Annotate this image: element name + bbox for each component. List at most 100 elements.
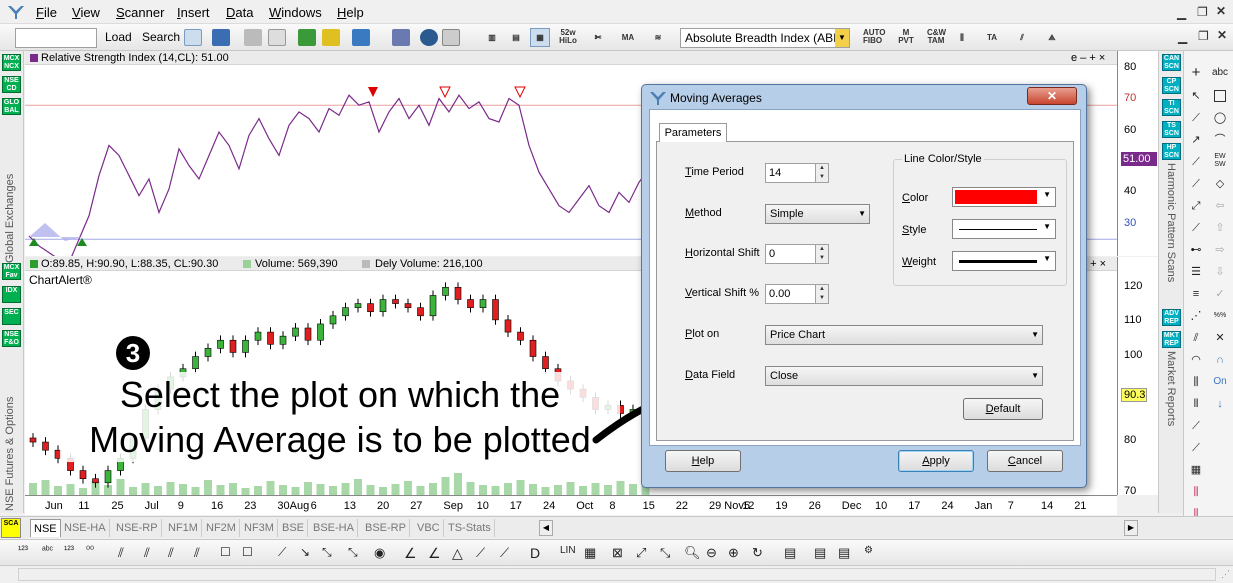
ew-sw-icon[interactable]: EW SW xyxy=(1211,153,1229,171)
exchange-tab[interactable]: NF2M xyxy=(203,519,240,537)
ti-scn-button[interactable]: TI SCN xyxy=(1162,99,1181,116)
label-123-alt-icon[interactable]: ¹²³ xyxy=(64,545,74,556)
minimize-icon[interactable]: ▁ xyxy=(1177,6,1186,20)
chevron-down-icon[interactable]: ▼ xyxy=(835,29,849,47)
menu-file[interactable]: File xyxy=(36,5,57,20)
d-tool-icon[interactable]: D xyxy=(530,545,540,561)
nse-cd-button[interactable]: NSE CD xyxy=(2,76,21,93)
fibo-tool-icon[interactable]: ≡ xyxy=(1187,285,1205,303)
apply-button[interactable]: Apply xyxy=(898,450,974,472)
nse-futures-options-label[interactable]: NSE Futures & Options xyxy=(4,351,16,511)
m-icon[interactable] xyxy=(352,29,370,46)
tick-tool-icon[interactable]: ✓ xyxy=(1211,285,1229,303)
exchange-tab[interactable]: VBC xyxy=(414,519,444,537)
measure-tool-icon[interactable]: ⤡ xyxy=(348,545,358,560)
mcx-fav-button[interactable]: MCX Fav xyxy=(2,263,21,280)
mcx-ncx-button[interactable]: MCX NCX xyxy=(2,54,21,71)
wave-tool-3-icon[interactable]: ⫽ xyxy=(168,545,174,561)
ta-icon[interactable]: TA xyxy=(982,28,1002,47)
menu-view[interactable]: View xyxy=(72,5,100,20)
channel-tool-icon[interactable]: ⟋ xyxy=(1187,175,1205,193)
exchange-tab[interactable]: BSE-RP xyxy=(362,519,410,537)
sca-button[interactable]: SCA xyxy=(1,518,21,538)
data-field-select[interactable]: Close ▼ xyxy=(765,366,1043,386)
plot-on-select[interactable]: Price Chart ▼ xyxy=(765,325,1043,345)
search-button[interactable]: Search xyxy=(142,30,180,44)
rsi-pane-controls[interactable]: e – + × xyxy=(1071,51,1105,65)
copy-icon[interactable]: ▤ xyxy=(814,545,826,561)
exchange-tab[interactable]: NF3M xyxy=(241,519,278,537)
print-preview-icon[interactable] xyxy=(268,29,286,46)
lin-toggle[interactable]: LIN xyxy=(560,545,576,556)
adv-rep-button[interactable]: ADV REP xyxy=(1162,309,1181,326)
hp-scn-button[interactable]: HP SCN xyxy=(1162,143,1181,160)
chart-type-icon[interactable]: ▦ xyxy=(530,28,550,47)
arc-tool-icon[interactable]: ⌒ xyxy=(1211,131,1229,149)
close-icon[interactable]: ✕ xyxy=(1216,4,1226,18)
help-button[interactable]: Help xyxy=(665,450,741,472)
box-tool-icon[interactable]: ☐ xyxy=(220,545,231,559)
navigate-icon[interactable] xyxy=(322,29,340,46)
arrow-tool-icon[interactable]: ↘ xyxy=(300,545,310,559)
document-icon[interactable]: ▤ xyxy=(838,545,850,561)
cursor-icon[interactable] xyxy=(184,29,202,46)
52w-hilo-icon[interactable]: 52w HiLo xyxy=(558,28,578,47)
zigzag-tool-icon[interactable]: ⟋ xyxy=(278,545,286,560)
ts-scn-button[interactable]: TS SCN xyxy=(1162,121,1181,138)
pattern-icon[interactable]: ⫽ xyxy=(1012,28,1032,47)
tab-scroll-left-icon[interactable]: ◀ xyxy=(539,520,553,536)
r-tool-icon[interactable]: ↓ xyxy=(1211,395,1229,413)
grid-toggle-icon[interactable]: ▦ xyxy=(584,545,596,561)
exchange-tab[interactable]: BSE xyxy=(279,519,309,537)
chevron-down-icon[interactable]: ▼ xyxy=(1031,326,1039,344)
zoom-icon[interactable]: 🔍︎ xyxy=(684,545,701,561)
exchange-tab[interactable]: NSE xyxy=(30,519,61,537)
crosshair-icon[interactable]: + xyxy=(1187,64,1205,82)
save-icon[interactable] xyxy=(212,29,230,46)
fit-icon[interactable]: ⊠ xyxy=(612,545,623,561)
doc-minimize-icon[interactable]: ▁ xyxy=(1178,30,1187,44)
text-tool-icon[interactable]: abc xyxy=(1211,64,1229,82)
triangle-tool-icon[interactable]: △ xyxy=(452,545,463,562)
angle-tool-icon[interactable]: ∠ xyxy=(404,545,417,562)
bars-icon[interactable]: ▥ xyxy=(482,28,502,47)
candles-icon[interactable]: ⫼ xyxy=(952,28,972,47)
expand-icon[interactable]: ⤢ xyxy=(636,545,646,561)
abcd-pattern-icon[interactable]: ⟋ xyxy=(500,545,509,561)
menu-windows[interactable]: Windows xyxy=(269,5,322,20)
exchange-tab[interactable]: TS-Stats xyxy=(445,519,495,537)
percent-tool-icon[interactable]: %% xyxy=(1211,307,1229,325)
menu-scanner[interactable]: Scanner xyxy=(116,5,164,20)
arrow-right-icon[interactable]: ⇨ xyxy=(1211,241,1229,259)
tab-parameters[interactable]: Parameters xyxy=(659,123,727,142)
global-button[interactable]: GLO BAL xyxy=(2,98,21,115)
pointer-icon[interactable]: ↖ xyxy=(1187,87,1205,105)
notes-icon[interactable]: ▤ xyxy=(784,545,796,561)
doc-restore-icon[interactable]: ❐ xyxy=(1198,29,1209,43)
color-select[interactable]: ▼ xyxy=(952,187,1056,207)
gann-tool-icon[interactable]: ⟋ xyxy=(1187,219,1205,237)
print-icon[interactable] xyxy=(244,29,262,46)
link-icon[interactable] xyxy=(392,29,410,46)
abc-pattern-icon[interactable]: ⟋ xyxy=(476,545,485,561)
global-exchanges-label[interactable]: Global Exchanges xyxy=(4,123,16,263)
trendline-up-icon[interactable]: ↗ xyxy=(1187,131,1205,149)
symbol-input[interactable] xyxy=(15,28,97,48)
time-period-stepper[interactable]: 14 ▲ ▼ xyxy=(765,163,829,183)
wave-tool-4-icon[interactable]: ⫽ xyxy=(194,545,200,561)
wave-tool-2-icon[interactable]: ⫽ xyxy=(144,545,150,561)
auto-fibo-icon[interactable]: AUTO FIBO xyxy=(862,28,886,47)
spin-arrows-icon[interactable]: ▲ ▼ xyxy=(815,164,828,182)
weight-select[interactable]: ▼ xyxy=(952,251,1056,271)
chevron-down-icon[interactable]: ▼ xyxy=(858,205,866,223)
label-123-icon[interactable]: ¹²³ xyxy=(18,545,28,556)
cp-scn-button[interactable]: CP SCN xyxy=(1162,77,1181,94)
compress-icon[interactable]: ⤡ xyxy=(660,545,670,561)
cross-tool-icon[interactable]: ✕ xyxy=(1211,329,1229,347)
cow-tam-icon[interactable]: C&W TAM xyxy=(926,28,946,47)
gann-fan-icon[interactable]: ⟋ xyxy=(1187,439,1205,457)
time-zones-icon[interactable]: ⫼ xyxy=(1187,373,1205,391)
xabc-tool-icon[interactable]: ⤡ xyxy=(322,545,332,560)
exchange-tab[interactable]: NF1M xyxy=(165,519,202,537)
arrow-up-icon[interactable]: ⇧ xyxy=(1211,219,1229,237)
